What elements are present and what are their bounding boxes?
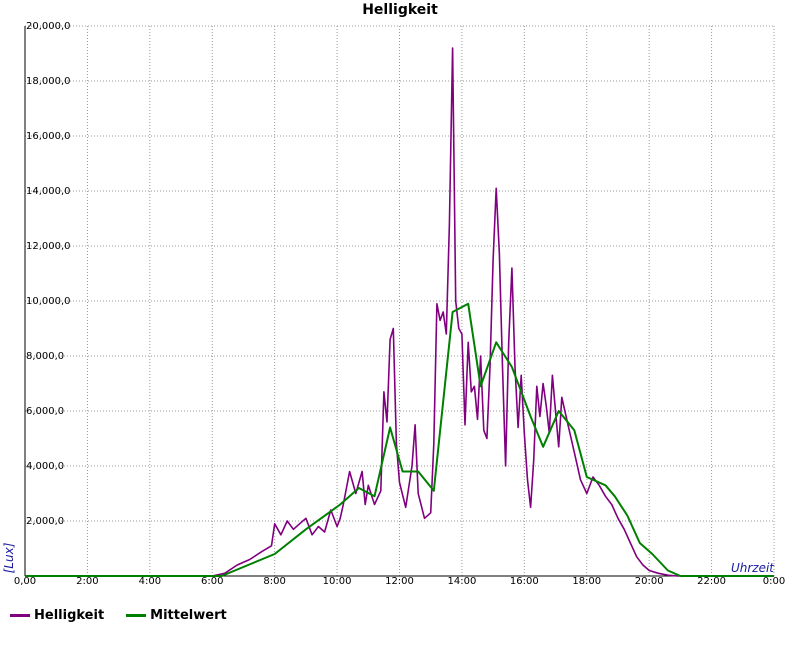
y-tick-label: 20,000,0: [26, 21, 71, 32]
x-tick-label: 6:00: [201, 576, 223, 587]
x-tick-label: 18:00: [572, 576, 601, 587]
y-tick-label: 6,000,0: [26, 406, 64, 417]
legend-item-helligkeit: Helligkeit: [10, 608, 104, 623]
y-tick-label: 10,000,0: [26, 296, 71, 307]
y-tick-label: 12,000,0: [26, 241, 71, 252]
x-tick-label: 4:00: [139, 576, 161, 587]
legend-swatch-helligkeit: [10, 614, 30, 617]
x-tick-label: 0,00: [14, 576, 36, 587]
legend-item-mittelwert: Mittelwert: [126, 608, 227, 623]
legend: Helligkeit Mittelwert: [10, 608, 227, 623]
y-tick-label: 18,000,0: [26, 76, 71, 87]
chart: 0,00 2:00 4:00 6:00 8:00 10:00 12:00 14:00 16:00…: [2, 2, 785, 587]
chart-title: Helligkeit: [362, 2, 438, 18]
x-tick-label: 8:00: [263, 576, 285, 587]
x-tick-label: 16:00: [510, 576, 539, 587]
y-tick-label: 16,000,0: [26, 131, 71, 142]
x-tick-label: 20:00: [635, 576, 664, 587]
y-tick-label: 14,000,0: [26, 186, 71, 197]
y-tick-label: 8,000,0: [26, 351, 64, 362]
legend-swatch-mittelwert: [126, 614, 147, 617]
y-axis-label: [Lux]: [2, 542, 16, 573]
y-tick-label: 2,000,0: [26, 516, 64, 527]
x-tick-label: 14:00: [448, 576, 477, 587]
x-tick-label: 22:00: [697, 576, 726, 587]
legend-label-mittelwert: Mittelwert: [150, 608, 227, 623]
x-axis-label: Uhrzeit: [731, 561, 775, 575]
x-tick-label: 10:00: [323, 576, 352, 587]
legend-label-helligkeit: Helligkeit: [34, 608, 105, 623]
y-tick-label: 4,000,0: [26, 461, 64, 472]
x-tick-label: 0:00: [763, 576, 785, 587]
x-tick-label: 12:00: [385, 576, 414, 587]
x-tick-label: 2:00: [76, 576, 98, 587]
